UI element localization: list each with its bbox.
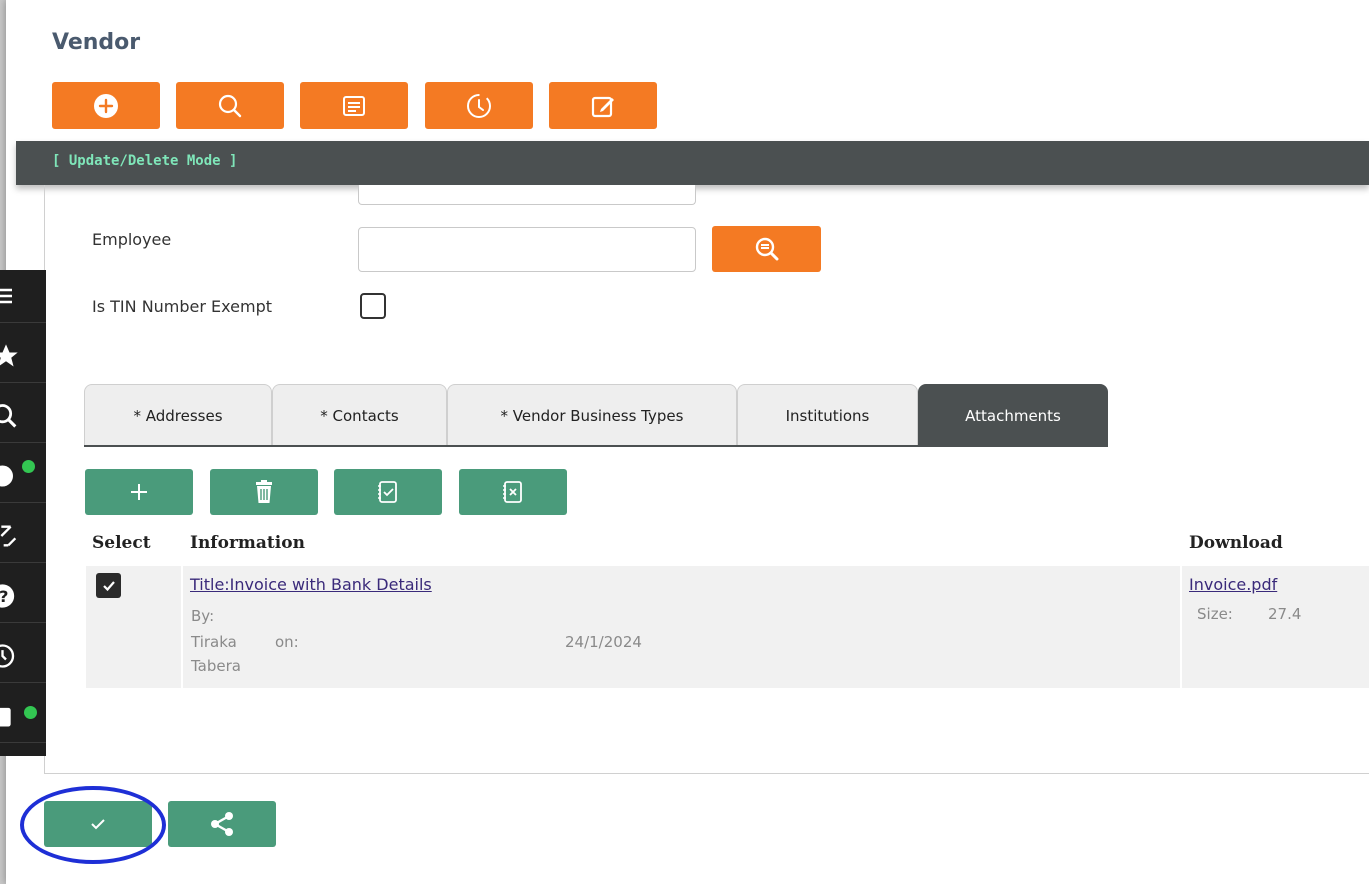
check-list-icon — [378, 481, 397, 503]
side-nav-tasks[interactable] — [0, 690, 46, 743]
tasks-icon — [0, 707, 11, 727]
deselect-all-button[interactable] — [459, 469, 567, 515]
share-button[interactable] — [168, 801, 276, 847]
tab-contacts[interactable]: * Contacts — [272, 384, 447, 446]
select-all-button[interactable] — [334, 469, 442, 515]
clock-icon — [0, 644, 15, 668]
menu-icon — [0, 288, 12, 304]
expand-icon — [0, 525, 17, 547]
employee-lookup-button[interactable] — [712, 226, 821, 272]
list-button[interactable] — [300, 82, 408, 129]
share-icon — [211, 812, 233, 836]
mode-label: [ Update/Delete Mode ] — [52, 153, 238, 169]
edit-button[interactable] — [549, 82, 657, 129]
side-nav-notifications[interactable] — [0, 450, 46, 503]
history-icon — [467, 93, 491, 118]
side-nav: ? — [0, 270, 46, 756]
attachment-title-link[interactable]: Title:Invoice with Bank Details — [190, 575, 432, 594]
list-icon — [343, 95, 365, 116]
side-nav-help[interactable]: ? — [0, 570, 46, 623]
add-button[interactable] — [52, 82, 160, 129]
notification-icon — [0, 465, 13, 487]
tin-exempt-label: Is TIN Number Exempt — [92, 297, 272, 316]
history-button[interactable] — [425, 82, 533, 129]
previous-field-input[interactable] — [358, 185, 696, 205]
side-nav-history[interactable] — [0, 630, 46, 683]
notification-status-dot — [22, 460, 35, 473]
attachment-download-link[interactable]: Invoice.pdf — [1189, 575, 1277, 594]
add-circle-icon — [94, 93, 118, 118]
svg-text:?: ? — [0, 587, 8, 606]
star-icon — [0, 344, 18, 367]
lookup-search-icon — [755, 237, 778, 261]
tab-vendor-business-types[interactable]: * Vendor Business Types — [447, 384, 737, 446]
mode-bar: [ Update/Delete Mode ] — [16, 141, 1369, 185]
search-icon — [0, 404, 17, 428]
tasks-status-dot — [24, 706, 37, 719]
page-title: Vendor — [52, 30, 141, 55]
side-nav-menu[interactable] — [0, 270, 46, 323]
tin-exempt-checkbox[interactable] — [360, 293, 386, 319]
delete-attachment-button[interactable] — [210, 469, 318, 515]
employee-label: Employee — [92, 230, 172, 249]
attachment-size-label: Size: — [1197, 605, 1233, 623]
attachment-date: 24/1/2024 — [565, 633, 642, 651]
employee-input[interactable] — [358, 227, 696, 272]
column-header-download: Download — [1189, 533, 1283, 553]
cross-list-icon — [503, 481, 522, 503]
tab-attachments[interactable]: Attachments — [918, 384, 1108, 446]
row-divider — [1180, 566, 1182, 688]
trash-icon — [256, 480, 272, 503]
row-select-checkbox[interactable] — [96, 573, 121, 598]
side-nav-search[interactable] — [0, 390, 46, 443]
highlight-annotation — [20, 786, 166, 864]
detail-tabs: * Addresses * Contacts * Vendor Business… — [84, 384, 1108, 446]
attachment-size-value: 27.4 — [1268, 605, 1302, 623]
attachment-author-last: Tabera — [191, 657, 241, 675]
column-header-select: Select — [92, 533, 151, 553]
tab-underline — [84, 445, 1108, 447]
content-bottom-border — [44, 773, 1369, 774]
edit-icon — [591, 96, 614, 117]
search-icon — [218, 94, 242, 117]
tab-institutions[interactable]: Institutions — [737, 384, 918, 446]
attachment-on-label: on: — [275, 633, 299, 651]
help-icon: ? — [0, 584, 15, 608]
side-nav-expand[interactable] — [0, 510, 46, 563]
add-icon — [131, 484, 147, 500]
tab-addresses[interactable]: * Addresses — [84, 384, 272, 446]
checkmark-icon — [102, 580, 115, 591]
attachment-by-label: By: — [191, 607, 215, 625]
attachment-author-first: Tiraka — [191, 633, 237, 651]
search-button[interactable] — [176, 82, 284, 129]
add-attachment-button[interactable] — [85, 469, 193, 515]
column-header-information: Information — [190, 533, 305, 553]
side-nav-favorites[interactable] — [0, 330, 46, 383]
